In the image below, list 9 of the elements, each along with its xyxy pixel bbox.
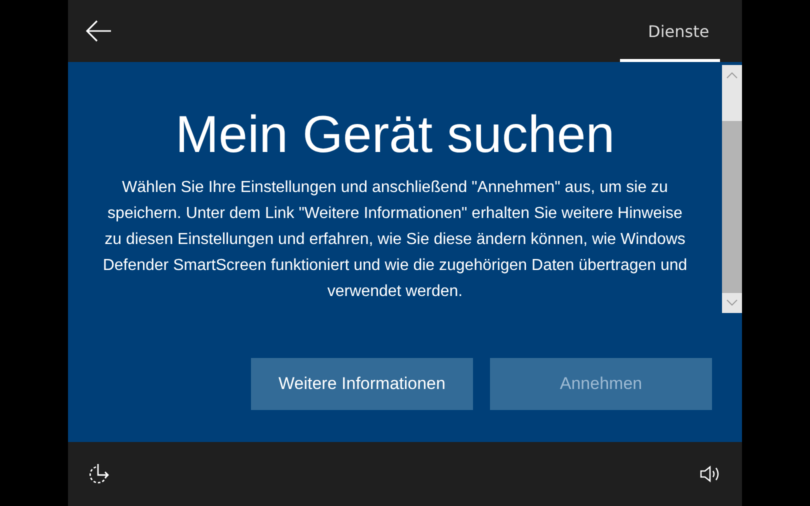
speaker-icon[interactable] [700,465,720,483]
scrollbar[interactable] [722,65,742,313]
back-arrow-icon[interactable] [86,20,112,42]
scroll-up-icon[interactable] [726,71,738,79]
scroll-down-icon[interactable] [726,299,738,307]
description-text: Wählen Sie Ihre Einstellungen und anschließend "Annehmen" aus, um sie zu speichern. Unter dem Link "Weitere Informationen" erhalten Sie weitere Hinweise zu diesen Einstellungen und erfahren, wie Sie diese ändern können, wie Windows Defender SmartScreen funktioniert und wie die zugehörigen Daten übertragen und verwendet werden. [102,178,688,302]
page-title: Mein Gerät suchen [175,105,615,165]
more-info-button[interactable]: Weitere Informationen [251,358,473,410]
scrollbar-thumb[interactable] [722,121,742,293]
